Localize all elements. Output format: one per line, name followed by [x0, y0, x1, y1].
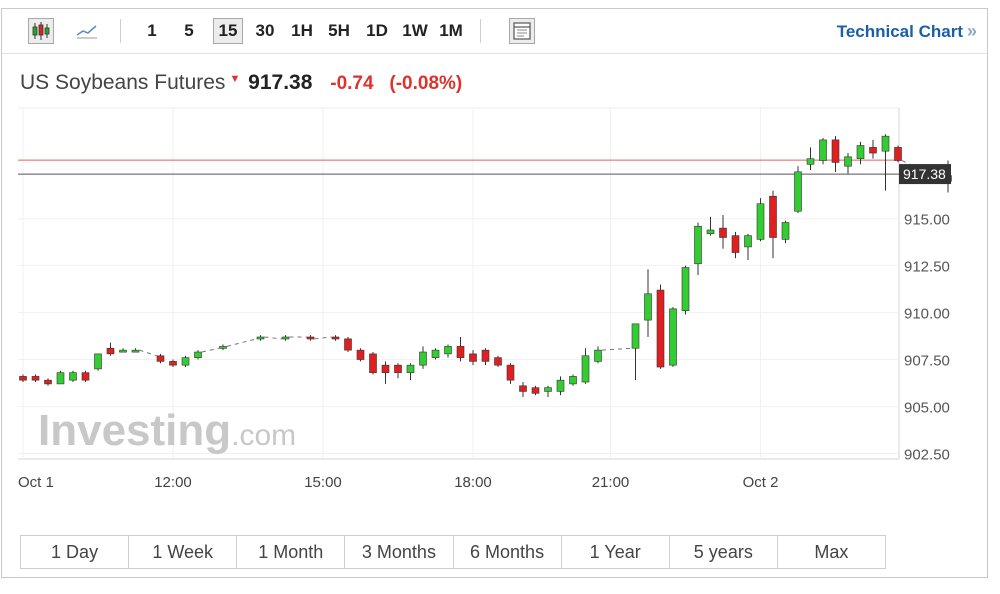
gap-connector — [139, 349, 157, 357]
candle-body — [431, 349, 440, 358]
candle-body — [169, 361, 177, 366]
y-tick-label: 907.50 — [904, 353, 950, 370]
candle-body — [794, 171, 802, 212]
candle-body — [531, 387, 540, 394]
candle-body — [331, 336, 340, 340]
investing-watermark: Investing.com — [38, 406, 296, 455]
candle-body — [556, 379, 565, 392]
candle-body — [369, 353, 377, 373]
candle-body — [644, 293, 652, 321]
candle-body — [131, 349, 140, 353]
y-tick-label: 902.50 — [904, 446, 950, 463]
candle-body — [744, 235, 752, 248]
candle-body — [494, 357, 502, 366]
candle-body — [594, 349, 602, 362]
candle-body — [881, 135, 890, 152]
candle-body — [356, 349, 365, 360]
candle-body — [681, 267, 690, 312]
candle-body — [406, 364, 415, 373]
candle-body — [181, 357, 190, 366]
candle-body — [469, 353, 477, 362]
candle-body — [656, 289, 665, 368]
candle-body — [781, 222, 790, 240]
candle-body — [844, 156, 852, 167]
candle-body — [869, 147, 877, 154]
candle-body — [194, 351, 202, 358]
candle-body — [81, 372, 90, 381]
candle-body — [56, 372, 65, 385]
candle-body — [806, 158, 815, 165]
x-tick-label: 12:00 — [154, 474, 192, 491]
candle-body — [719, 227, 727, 238]
candle-body — [756, 203, 765, 240]
candle-body — [731, 235, 740, 253]
y-tick-label: 910.00 — [904, 306, 950, 323]
gap-connector — [601, 347, 632, 351]
watermark-suffix: .com — [231, 419, 296, 452]
x-tick-label: Oct 1 — [18, 474, 54, 491]
candle-body — [444, 346, 452, 355]
candle-body — [219, 346, 227, 349]
candle-body — [506, 364, 515, 381]
y-tick-label: 915.00 — [904, 212, 950, 229]
candle-body — [19, 376, 27, 381]
gap-connector — [264, 336, 282, 340]
price-chart: 915.00 912.50 910.00 907.50 905.00 902.50 Oct … — [18, 107, 952, 491]
x-tick-label: 18:00 — [454, 474, 492, 491]
candle-body — [769, 195, 777, 238]
candle-body — [156, 355, 165, 362]
candle-body — [631, 323, 640, 349]
y-tick-label: 912.50 — [904, 259, 950, 276]
candle-body — [706, 229, 715, 235]
candle-body — [894, 147, 902, 161]
x-tick-label: 21:00 — [592, 474, 630, 491]
candle-body — [119, 349, 127, 353]
candle-body — [569, 376, 577, 385]
candle-body — [394, 364, 402, 373]
candle-body — [31, 376, 40, 381]
candle-body — [94, 353, 102, 370]
candle-body — [694, 225, 702, 265]
candle-body — [419, 351, 427, 366]
candle-body — [581, 355, 590, 383]
candle-body — [669, 308, 677, 366]
candle-body — [306, 336, 315, 340]
candle-body — [69, 372, 77, 381]
candle-body — [856, 145, 865, 159]
candle-body — [281, 336, 290, 340]
candle-body — [381, 364, 390, 373]
watermark-brand: Investing — [38, 406, 231, 455]
x-tick-label: 15:00 — [304, 474, 342, 491]
candle-body — [256, 336, 265, 340]
candle-body — [819, 139, 827, 161]
candle-body — [481, 349, 490, 362]
gap-connector — [201, 347, 220, 353]
candle-body — [106, 347, 115, 355]
candle-body — [456, 346, 465, 358]
gap-connector — [226, 338, 257, 347]
candle-body — [831, 139, 840, 163]
x-tick-label: Oct 2 — [743, 474, 779, 491]
y-tick-label: 905.00 — [904, 399, 950, 416]
candle-body — [519, 385, 527, 392]
price-tag-label: 917.38 — [903, 166, 946, 182]
candle-body — [44, 379, 52, 385]
candle-body — [544, 387, 552, 392]
candle-body — [344, 338, 352, 351]
